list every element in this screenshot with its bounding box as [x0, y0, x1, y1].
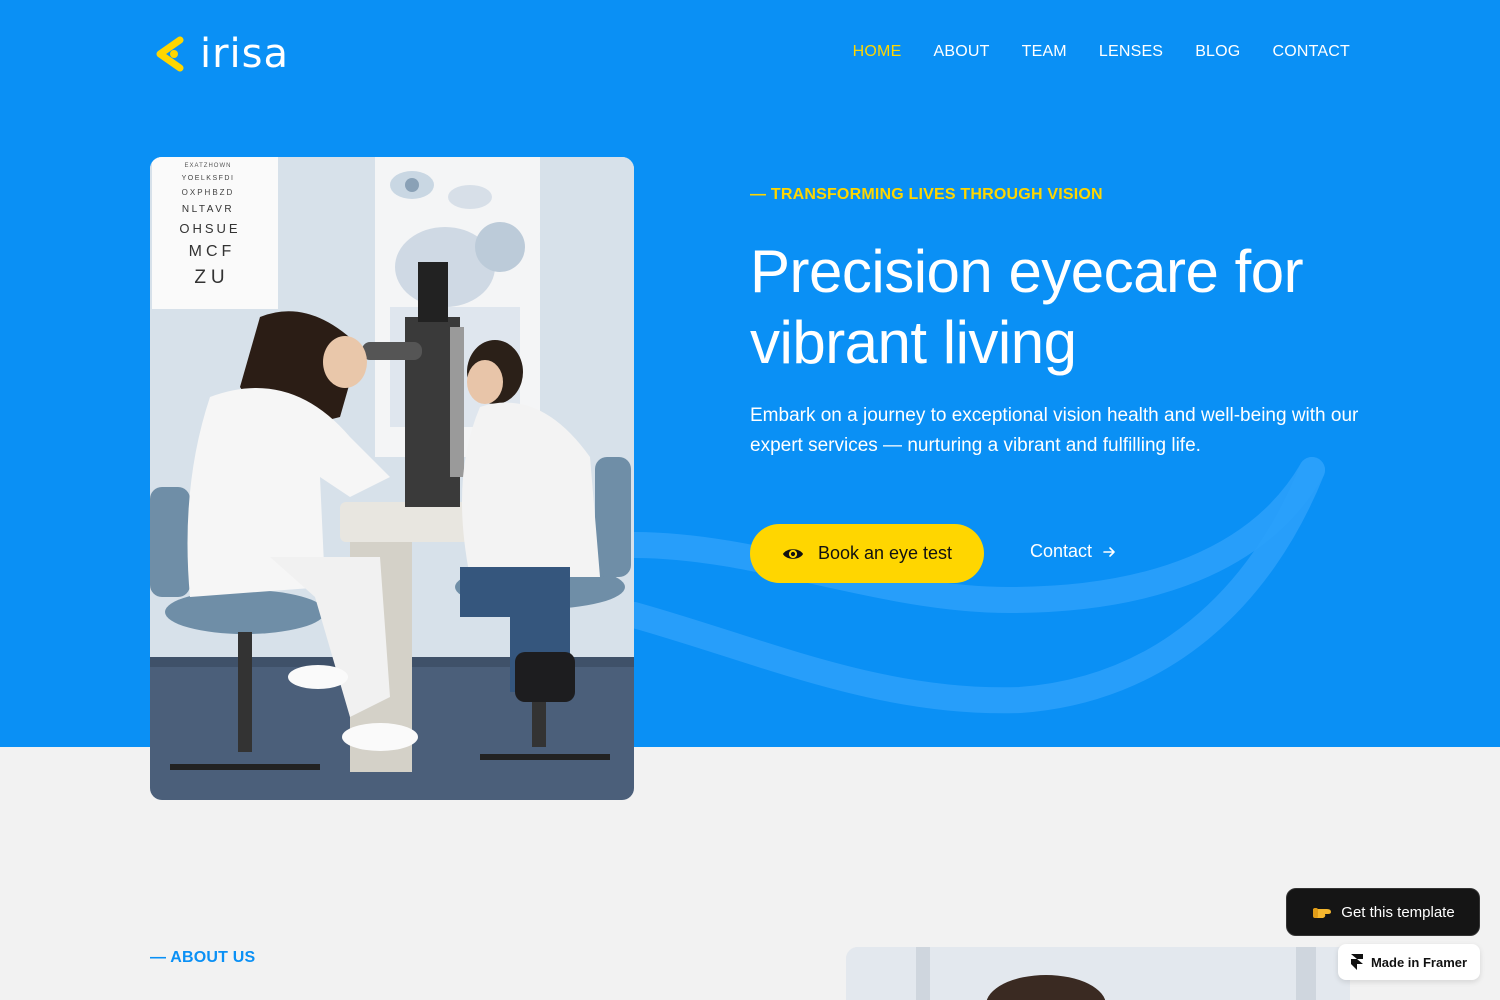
about-us-label: — ABOUT US	[150, 949, 256, 966]
contact-link-label: Contact	[1030, 541, 1093, 561]
chart-line-5: OHSUE	[179, 221, 240, 236]
framer-icon	[1350, 954, 1363, 970]
get-template-label: Get this template	[1341, 903, 1455, 921]
hero-lead-text: Embark on a journey to exceptional visio…	[750, 405, 1359, 456]
get-template-button[interactable]: Get this template	[1286, 888, 1480, 936]
brand-logo[interactable]: irisa	[152, 34, 289, 74]
contact-link[interactable]: Contact	[1030, 541, 1116, 562]
about-photo	[846, 947, 1350, 1000]
hero-eyebrow: — TRANSFORMING LIVES THROUGH VISION	[750, 186, 1103, 203]
chart-line-6: MCF	[189, 243, 236, 260]
chart-line-7: ZU	[194, 267, 229, 288]
nav-item-home[interactable]: HOME	[853, 43, 902, 61]
brand-name: irisa	[200, 31, 290, 77]
logo-icon	[156, 36, 184, 72]
pointing-hand-icon	[1313, 908, 1332, 918]
nav-item-team[interactable]: TEAM	[1022, 43, 1067, 61]
chart-line-3: OXPHBZD	[182, 188, 235, 197]
made-in-framer-label: Made in Framer	[1370, 954, 1468, 970]
nav-item-blog[interactable]: BLOG	[1195, 43, 1240, 61]
nav-item-lenses[interactable]: LENSES	[1099, 43, 1163, 61]
made-in-framer-badge[interactable]: Made in Framer	[1338, 944, 1480, 980]
chart-line-4: NLTAVR	[182, 204, 234, 215]
hero-headline: Precision eyecare for vibrant living	[750, 238, 1304, 376]
book-eye-test-label: Book an eye test	[817, 543, 953, 563]
nav-item-contact[interactable]: CONTACT	[1272, 43, 1350, 61]
eye-icon	[782, 548, 804, 559]
arrow-right-icon	[1103, 546, 1115, 557]
main-navigation: HOME ABOUT TEAM LENSES BLOG CONTACT	[853, 43, 1350, 61]
hero-photo-eye-exam: EXATZHOWN YOELKSFDI OXPHBZD NLTAVR OHSUE…	[150, 157, 634, 800]
chart-line-2: YOELKSFDI	[182, 175, 235, 182]
nav-item-about[interactable]: ABOUT	[933, 43, 989, 61]
book-eye-test-button[interactable]: Book an eye test	[750, 524, 984, 583]
chart-line-1: EXATZHOWN	[185, 163, 232, 169]
